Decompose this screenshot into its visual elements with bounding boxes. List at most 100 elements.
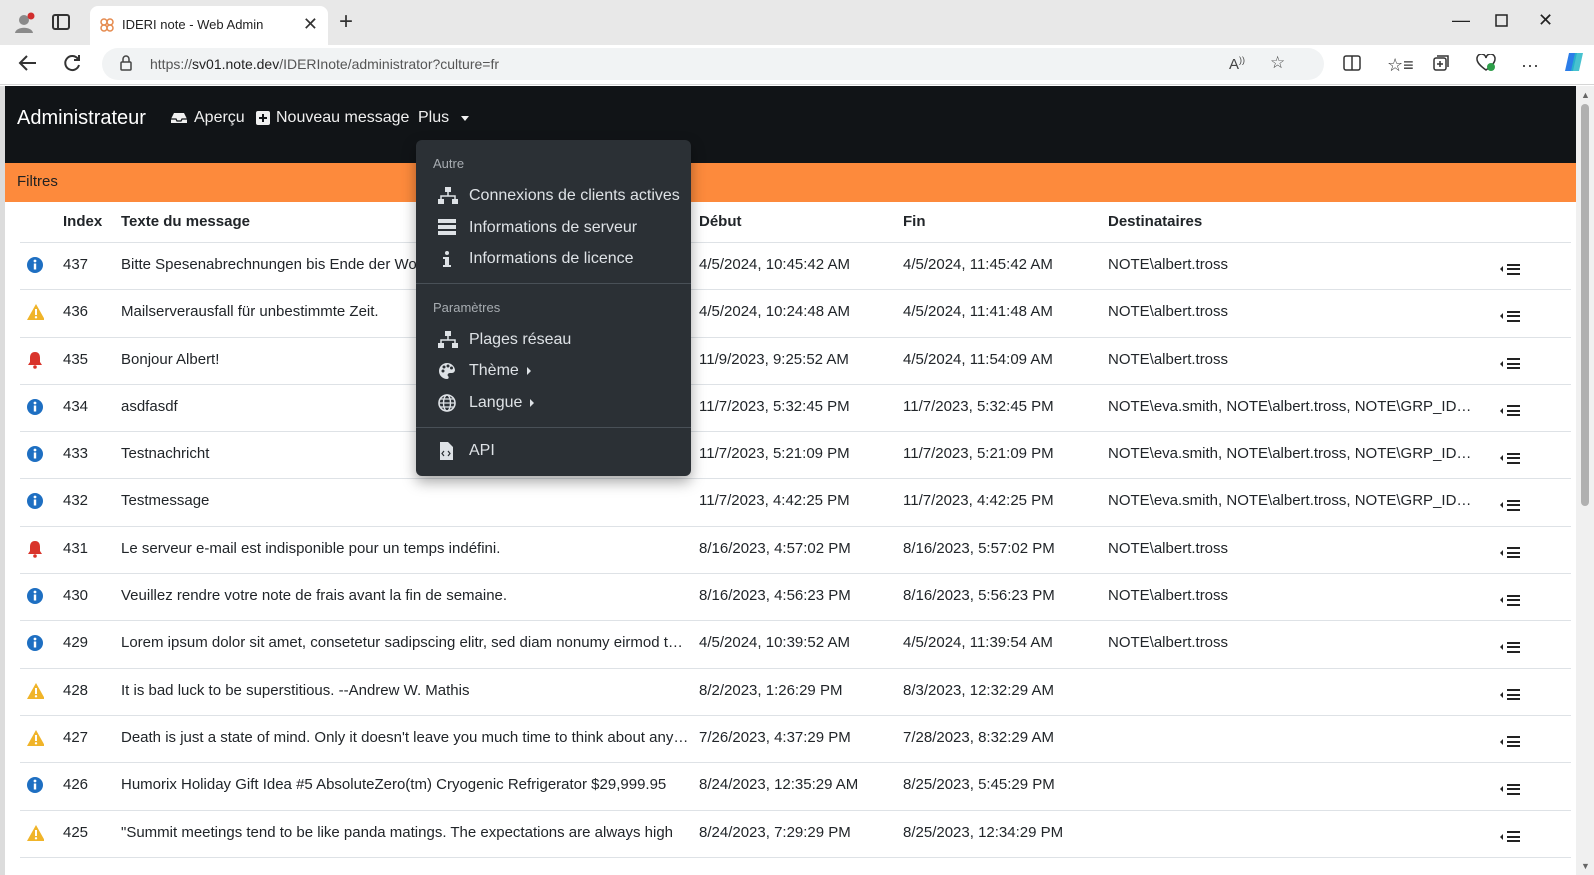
menu-item-server-info[interactable]: Informations de serveur [416, 213, 691, 243]
caret-left-icon [1500, 266, 1503, 272]
row-actions-button[interactable] [1500, 304, 1530, 324]
copilot-icon[interactable] [1563, 51, 1585, 78]
reload-icon[interactable] [62, 53, 82, 78]
url-field[interactable]: https://sv01.note.dev/IDERInote/administ… [102, 48, 1324, 80]
browser-tab-active[interactable]: IDERI note - Web Admin ✕ [90, 6, 328, 45]
table-row[interactable]: 436 Mailserverausfall für unbestimmte Zei… [20, 290, 1571, 338]
row-actions-button[interactable] [1500, 399, 1530, 419]
table-row[interactable]: 432 Testmessage 11/7/2023, 4:42:25 PM 11/7/… [20, 479, 1571, 527]
cell-index: 435 [63, 350, 89, 368]
table-row[interactable]: 433 Testnachricht 11/7/2023, 5:21:09 PM 11/… [20, 432, 1571, 480]
ideri-favicon-icon [100, 18, 114, 32]
row-actions-button[interactable] [1500, 777, 1530, 797]
favorite-star-icon[interactable]: ☆ [1270, 53, 1285, 73]
cell-start: 4/5/2024, 10:39:52 AM [699, 634, 850, 652]
menu-item-network-ranges[interactable]: Plages réseau [416, 325, 691, 355]
nav-new-message-link[interactable]: Nouveau message [256, 109, 409, 127]
page-scrollbar[interactable]: ▲ ▼ [1576, 86, 1594, 875]
close-tab-icon[interactable]: ✕ [303, 14, 318, 34]
settings-more-icon[interactable]: ··· [1521, 54, 1539, 76]
row-actions-button[interactable] [1500, 730, 1530, 750]
cell-recipients: NOTE\albert.tross [1108, 256, 1229, 273]
cell-start: 8/2/2023, 1:26:29 PM [699, 681, 843, 699]
menu-item-language[interactable]: Langue [416, 388, 691, 418]
profile-icon[interactable] [14, 12, 36, 34]
caret-down-icon [461, 115, 470, 121]
cell-start: 8/16/2023, 4:57:02 PM [699, 539, 851, 557]
back-icon[interactable] [18, 53, 38, 78]
menu-lines-icon [1507, 736, 1520, 748]
col-header-start[interactable]: Début [699, 213, 742, 230]
menu-item-api[interactable]: API [416, 436, 691, 466]
table-row[interactable]: 430 Veuillez rendre votre note de frais a… [20, 574, 1571, 622]
cell-start: 4/5/2024, 10:24:48 AM [699, 303, 850, 321]
maximize-icon[interactable] [1495, 11, 1508, 32]
nav-preview-label: Aperçu [194, 109, 245, 126]
app-navbar: Administrateur Aperçu Nouveau message Pl… [5, 86, 1576, 163]
nav-preview-link[interactable]: Aperçu [170, 109, 245, 127]
row-actions-button[interactable] [1500, 446, 1530, 466]
table-row[interactable]: 431 Le serveur e-mail est indisponible po… [20, 527, 1571, 575]
scroll-down-icon[interactable]: ▼ [1581, 861, 1590, 871]
table-row[interactable]: 425 "Summit meetings tend to be like pand… [20, 811, 1571, 858]
col-header-text[interactable]: Texte du message [121, 213, 250, 230]
caret-left-icon [1500, 549, 1503, 556]
table-row[interactable]: 429 Lorem ipsum dolor sit amet, consetetu… [20, 621, 1571, 669]
table-row[interactable]: 437 Bitte Spesenabrechnungen bis Ende der… [20, 243, 1571, 291]
menu-item-theme[interactable]: Thème [416, 356, 691, 386]
row-actions-button[interactable] [1500, 635, 1530, 655]
table-row[interactable]: 428 It is bad luck to be superstitious. -… [20, 669, 1571, 716]
tab-title: IDERI note - Web Admin [122, 17, 264, 32]
browser-essentials-icon[interactable] [1476, 53, 1496, 77]
scrollbar-thumb[interactable] [1581, 104, 1589, 506]
cell-end: 4/5/2024, 11:54:09 AM [903, 350, 1053, 368]
table-row[interactable]: 426 Humorix Holiday Gift Idea #5 Absolute… [20, 763, 1571, 811]
table-row[interactable]: 435 Bonjour Albert! 11/9/2023, 9:25:52 AM 4… [20, 338, 1571, 385]
row-actions-button[interactable] [1500, 352, 1530, 372]
scroll-up-icon[interactable]: ▲ [1581, 90, 1590, 100]
row-actions-button[interactable] [1500, 683, 1530, 703]
info-circle-icon [26, 587, 44, 605]
bell-icon [26, 351, 44, 369]
cell-message-text: Veuillez rendre votre note de frais avan… [121, 587, 508, 605]
caret-left-icon [1500, 833, 1503, 840]
menu-lines-icon [1507, 594, 1520, 606]
palette-icon [438, 362, 456, 380]
row-actions-button[interactable] [1500, 588, 1530, 608]
cell-start: 11/7/2023, 5:32:45 PM [699, 397, 850, 415]
col-header-end[interactable]: Fin [903, 213, 926, 230]
close-window-icon[interactable]: ✕ [1538, 10, 1553, 31]
col-header-recipients[interactable]: Destinataires [1108, 213, 1202, 230]
cell-end: 8/3/2023, 12:32:29 AM [903, 681, 1054, 699]
filters-bar[interactable]: Filtres [5, 163, 1576, 202]
menu-lines-icon [1507, 783, 1520, 795]
nav-more-dropdown-toggle[interactable]: Plus [418, 109, 470, 127]
info-circle-icon [26, 256, 44, 274]
collections-icon[interactable] [1432, 54, 1450, 77]
file-code-icon [438, 442, 456, 460]
minimize-icon[interactable]: — [1452, 10, 1470, 31]
new-tab-icon[interactable]: + [339, 10, 353, 34]
menu-item-label: Langue [469, 394, 535, 412]
cell-index: 436 [63, 303, 89, 321]
cell-start: 4/5/2024, 10:45:42 AM [699, 256, 850, 273]
brand-title[interactable]: Administrateur [17, 107, 146, 130]
col-header-index[interactable]: Index [63, 213, 102, 230]
row-actions-button[interactable] [1500, 257, 1530, 277]
table-row[interactable]: 434 asdfasdf 11/7/2023, 5:32:45 PM 11/7/202… [20, 385, 1571, 433]
menu-item-active-clients[interactable]: Connexions de clients actives [416, 181, 691, 211]
row-actions-button[interactable] [1500, 825, 1530, 845]
read-aloud-icon[interactable]: A)) [1229, 55, 1245, 73]
table-row[interactable]: 427 Death is just a state of mind. Only i… [20, 716, 1571, 764]
cell-message-text: Le serveur e-mail est indisponible pour … [121, 539, 501, 557]
favorites-icon[interactable]: ☆≡ [1387, 54, 1414, 76]
caret-left-icon [1500, 786, 1503, 793]
menu-item-license-info[interactable]: Informations de licence [416, 244, 691, 274]
lock-icon[interactable] [120, 55, 132, 71]
row-actions-button[interactable] [1500, 541, 1530, 561]
row-actions-button[interactable] [1500, 493, 1530, 513]
split-screen-icon[interactable] [1343, 54, 1361, 77]
address-bar-row: https://sv01.note.dev/IDERInote/administ… [0, 45, 1594, 85]
caret-left-icon [1500, 313, 1503, 320]
tab-actions-icon[interactable] [52, 14, 70, 30]
